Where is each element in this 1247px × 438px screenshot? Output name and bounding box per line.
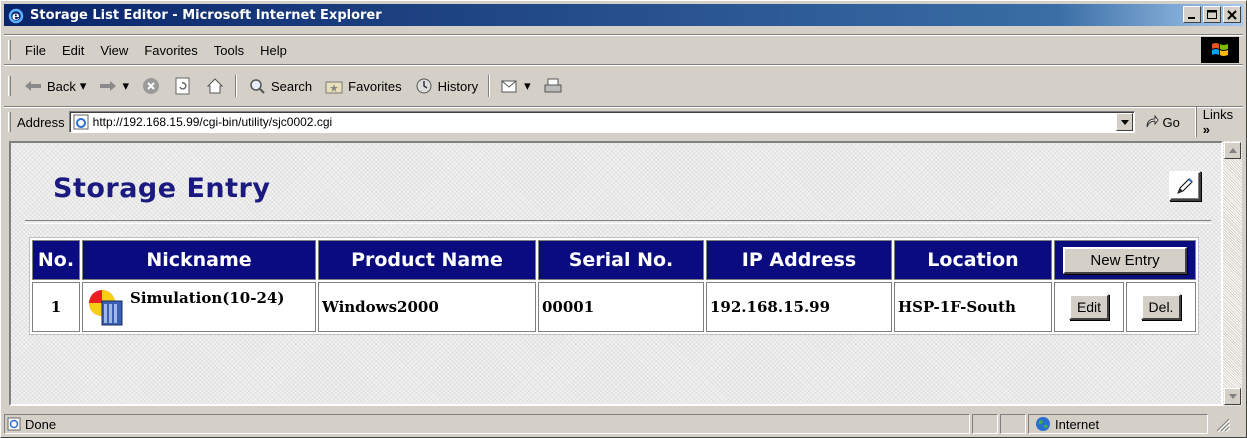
header-location: Location bbox=[894, 240, 1052, 280]
header-nickname: Nickname bbox=[82, 240, 316, 280]
maximize-button[interactable] bbox=[1203, 6, 1221, 23]
forward-arrow-icon bbox=[98, 76, 118, 96]
cell-serial-no: 00001 bbox=[538, 282, 704, 332]
scroll-down-button[interactable] bbox=[1224, 388, 1241, 405]
cell-no: 1 bbox=[32, 282, 80, 332]
new-entry-button[interactable]: New Entry bbox=[1063, 246, 1187, 274]
internet-globe-icon bbox=[1036, 417, 1050, 431]
chevron-down-icon bbox=[1120, 119, 1129, 125]
cell-ip-address: 192.168.15.99 bbox=[706, 282, 892, 332]
menu-file[interactable]: File bbox=[17, 43, 54, 58]
windows-logo-icon bbox=[1201, 37, 1239, 63]
vertical-scrollbar[interactable] bbox=[1223, 141, 1242, 406]
forward-dropdown-icon[interactable]: ▾ bbox=[122, 78, 129, 94]
status-pane-security bbox=[1000, 414, 1026, 434]
print-button[interactable] bbox=[537, 74, 569, 98]
links-chevron-icon: » bbox=[1202, 122, 1211, 137]
svg-text:e: e bbox=[12, 9, 20, 23]
status-text: Done bbox=[25, 416, 57, 432]
stop-icon bbox=[141, 76, 161, 96]
menubar-grip[interactable] bbox=[8, 40, 11, 60]
header-no: No. bbox=[32, 240, 80, 280]
standard-toolbar: Back ▾ ▾ Search Favorites History ▾ bbox=[4, 68, 1243, 104]
links-button[interactable]: Links » bbox=[1195, 107, 1243, 137]
forward-button[interactable]: ▾ bbox=[92, 74, 135, 98]
settings-tool-button[interactable] bbox=[1169, 171, 1201, 201]
edit-button[interactable]: Edit bbox=[1068, 294, 1110, 320]
zone-text: Internet bbox=[1055, 416, 1100, 432]
history-icon bbox=[414, 76, 434, 96]
page-title: Storage Entry bbox=[53, 173, 271, 204]
title-bar[interactable]: e Storage List Editor - Microsoft Intern… bbox=[4, 4, 1243, 26]
ie-logo-icon: e bbox=[8, 8, 24, 24]
chevron-up-icon bbox=[1228, 148, 1237, 153]
storage-table: No. Nickname Product Name Serial No. IP … bbox=[29, 237, 1199, 335]
resize-grip-icon[interactable] bbox=[1214, 416, 1231, 433]
address-url: http://192.168.15.99/cgi-bin/utility/sjc… bbox=[92, 115, 333, 129]
page-done-icon bbox=[7, 417, 21, 431]
history-button[interactable]: History bbox=[408, 74, 484, 98]
menu-tools[interactable]: Tools bbox=[206, 43, 252, 58]
cell-nickname: Simulation(10-24) bbox=[82, 282, 316, 332]
status-pane-main: Done bbox=[4, 414, 970, 434]
page-content: Storage Entry No. Nickname Product Name … bbox=[9, 141, 1223, 406]
address-bar: Address http://192.168.15.99/cgi-bin/uti… bbox=[4, 107, 1243, 137]
scroll-up-button[interactable] bbox=[1224, 142, 1241, 159]
table-row: 1 Simulation(10-24) Windows2000 00001 19… bbox=[32, 282, 1196, 332]
mail-dropdown-icon[interactable]: ▾ bbox=[524, 78, 531, 94]
header-ip-address: IP Address bbox=[706, 240, 892, 280]
stop-button[interactable] bbox=[135, 74, 167, 98]
menu-view[interactable]: View bbox=[92, 43, 136, 58]
back-arrow-icon bbox=[23, 76, 43, 96]
search-button[interactable]: Search bbox=[241, 74, 318, 98]
search-icon bbox=[247, 76, 267, 96]
header-actions: New Entry bbox=[1054, 240, 1196, 280]
toolbar-grip[interactable] bbox=[8, 76, 11, 96]
delete-button[interactable]: Del. bbox=[1140, 294, 1182, 320]
refresh-button[interactable] bbox=[167, 74, 199, 98]
mail-button[interactable]: ▾ bbox=[494, 74, 537, 98]
favorites-button[interactable]: Favorites bbox=[318, 74, 407, 98]
window-title: Storage List Editor - Microsoft Internet… bbox=[30, 7, 382, 23]
printer-icon bbox=[543, 76, 563, 96]
address-grip[interactable] bbox=[8, 112, 11, 132]
page-icon bbox=[73, 114, 89, 130]
address-label: Address bbox=[16, 114, 65, 130]
favorites-folder-icon bbox=[324, 76, 344, 96]
chevron-down-icon bbox=[1228, 394, 1237, 399]
header-product-name: Product Name bbox=[318, 240, 536, 280]
refresh-icon bbox=[173, 76, 193, 96]
pen-tool-icon bbox=[1177, 178, 1193, 194]
menu-edit[interactable]: Edit bbox=[54, 43, 92, 58]
address-input[interactable]: http://192.168.15.99/cgi-bin/utility/sjc… bbox=[68, 111, 1136, 133]
header-serial-no: Serial No. bbox=[538, 240, 704, 280]
close-button[interactable] bbox=[1223, 6, 1241, 23]
maximize-icon bbox=[1207, 9, 1217, 19]
home-icon bbox=[205, 76, 225, 96]
cell-edit: Edit bbox=[1054, 282, 1124, 332]
cell-delete: Del. bbox=[1126, 282, 1196, 332]
menu-bar: File Edit View Favorites Tools Help bbox=[4, 37, 1243, 63]
menu-help[interactable]: Help bbox=[252, 43, 295, 58]
title-divider bbox=[25, 220, 1211, 224]
minimize-button[interactable] bbox=[1183, 6, 1201, 23]
status-pane-zone: Internet bbox=[1028, 414, 1208, 434]
address-dropdown-button[interactable] bbox=[1116, 113, 1134, 131]
back-button[interactable]: Back ▾ bbox=[17, 74, 92, 98]
back-dropdown-icon[interactable]: ▾ bbox=[80, 78, 87, 94]
browser-window: e Storage List Editor - Microsoft Intern… bbox=[0, 0, 1247, 438]
menu-favorites[interactable]: Favorites bbox=[136, 43, 205, 58]
status-bar: Done Internet bbox=[4, 413, 1243, 435]
nickname-text: Simulation(10-24) bbox=[130, 289, 285, 307]
status-pane-progress bbox=[972, 414, 998, 434]
go-arrow-icon bbox=[1146, 115, 1160, 128]
mail-icon bbox=[500, 76, 520, 96]
cell-product-name: Windows2000 bbox=[318, 282, 536, 332]
storage-device-icon bbox=[89, 290, 123, 326]
close-icon bbox=[1227, 9, 1237, 20]
home-button[interactable] bbox=[199, 74, 231, 98]
go-button[interactable]: Go bbox=[1145, 115, 1180, 130]
minimize-icon bbox=[1188, 16, 1195, 19]
cell-location: HSP-1F-South bbox=[894, 282, 1052, 332]
